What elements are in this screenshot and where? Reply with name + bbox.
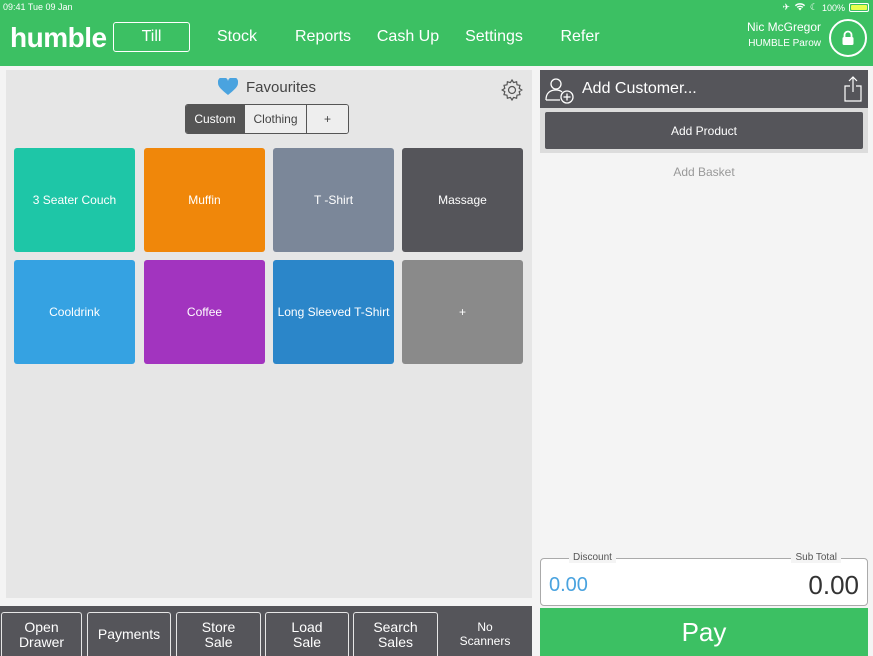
payments-button[interactable]: Payments xyxy=(87,612,171,656)
search-sales-button[interactable]: Search Sales xyxy=(353,612,438,656)
product-tile[interactable]: Cooldrink xyxy=(14,260,135,364)
nav-settings[interactable]: Settings xyxy=(461,22,527,52)
store-name: HUMBLE Parow xyxy=(748,38,821,49)
till-actions-bar: Open Drawer Payments Store Sale Load Sale S… xyxy=(0,606,532,656)
load-sale-button[interactable]: Load Sale xyxy=(265,612,349,656)
subtotal-value: 0.00 xyxy=(808,570,859,600)
store-sale-button[interactable]: Store Sale xyxy=(176,612,261,656)
lock-button[interactable] xyxy=(829,19,867,57)
nav-till[interactable]: Till xyxy=(113,22,190,52)
discount-label: Discount xyxy=(569,552,616,563)
moon-icon: ☾ xyxy=(809,2,818,12)
no-scanners-button[interactable]: No Scanners xyxy=(442,612,528,656)
nav-reports[interactable]: Reports xyxy=(290,22,356,52)
subtotal-label: Sub Total xyxy=(791,552,841,563)
add-customer-bar[interactable]: Add Customer... xyxy=(540,70,868,108)
pay-button[interactable]: Pay xyxy=(540,608,868,656)
app-logo: humble xyxy=(10,22,107,53)
favourites-tabs: Custom Clothing + xyxy=(185,104,349,134)
nav-cash-up[interactable]: Cash Up xyxy=(373,22,443,52)
wifi-icon xyxy=(794,2,806,13)
totals-box: Discount Sub Total 0.00 0.00 xyxy=(540,552,868,606)
product-tile[interactable]: Coffee xyxy=(144,260,265,364)
gear-icon[interactable] xyxy=(500,78,524,102)
airplane-icon: ✈ xyxy=(782,2,790,12)
tab-add[interactable]: + xyxy=(306,105,348,133)
add-product-button[interactable]: Add Product xyxy=(545,112,863,149)
favourites-panel: Favourites Custom Clothing + 3 Seater Co… xyxy=(6,70,532,598)
tab-clothing[interactable]: Clothing xyxy=(244,105,306,133)
product-tile[interactable]: Muffin xyxy=(144,148,265,252)
top-bar: 09:41 Tue 09 Jan ✈ ☾ 100% humble Till St… xyxy=(0,0,873,66)
product-tile[interactable]: Long Sleeved T-Shirt xyxy=(273,260,394,364)
nav-refer[interactable]: Refer xyxy=(554,22,606,52)
nav-stock[interactable]: Stock xyxy=(210,22,264,52)
tab-custom[interactable]: Custom xyxy=(186,105,244,133)
open-drawer-button[interactable]: Open Drawer xyxy=(1,612,82,656)
add-customer-label: Add Customer... xyxy=(582,80,697,97)
user-name: Nic McGregor xyxy=(746,20,821,34)
favourites-header: Favourites xyxy=(218,78,316,96)
discount-value[interactable]: 0.00 xyxy=(549,574,588,597)
status-time: 09:41 Tue 09 Jan xyxy=(3,2,73,12)
add-basket-link[interactable]: Add Basket xyxy=(540,165,868,179)
share-icon[interactable] xyxy=(844,76,862,102)
battery-icon xyxy=(849,3,869,12)
lock-icon xyxy=(842,30,854,45)
product-tile[interactable]: T -Shirt xyxy=(273,148,394,252)
product-tile[interactable]: 3 Seater Couch xyxy=(14,148,135,252)
add-tile-button[interactable]: + xyxy=(402,260,523,364)
add-user-icon xyxy=(545,78,574,104)
status-icons: ✈ ☾ 100% xyxy=(782,2,869,13)
heart-icon xyxy=(218,78,238,95)
favourites-title: Favourites xyxy=(246,78,317,96)
battery-percent: 100% xyxy=(821,2,845,13)
product-tile[interactable]: Massage xyxy=(402,148,523,252)
